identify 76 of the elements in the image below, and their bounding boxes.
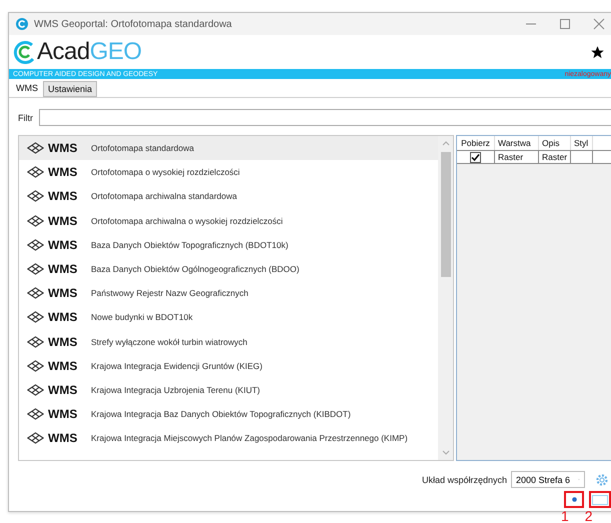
callout-number: 1: [561, 509, 569, 523]
coordinate-system-label: Układ współrzędnych: [422, 474, 507, 484]
filter-field[interactable]: [39, 109, 611, 126]
service-type: WMS: [48, 141, 78, 156]
scroll-down-icon[interactable]: [442, 450, 450, 456]
layers-icon: [27, 432, 44, 444]
small-button[interactable]: [592, 494, 608, 504]
service-item[interactable]: WMS Ortofotomapa o wysokiej rozdzielczości: [19, 160, 438, 184]
maximize-icon[interactable]: [559, 18, 571, 30]
service-type: WMS: [48, 165, 78, 180]
layers-icon: [27, 336, 44, 348]
scroll-up-icon[interactable]: [442, 140, 450, 146]
service-item[interactable]: WMS Ortofotomapa archiwalna standardowa: [19, 184, 438, 209]
tab[interactable]: Ustawienia: [43, 81, 98, 97]
service-type: WMS: [48, 214, 78, 228]
service-name: Ortofotomapa standardowa: [91, 143, 194, 154]
service-name: Ortofotomapa archiwalna o wysokiej rozdzielczości: [91, 216, 283, 226]
layers-icon: [27, 287, 44, 300]
star-icon[interactable]: [590, 44, 605, 60]
service-item[interactable]: WMS Krajowa Integracja Miejscowych Planów Zagospodarowania Przestrzennego (KIMP): [19, 426, 438, 450]
service-type: WMS: [48, 334, 78, 349]
layers-icon: [27, 360, 44, 372]
service-item[interactable]: WMS Państwowy Rejestr Nazw Geograficznych: [19, 281, 438, 306]
service-type: WMS: [48, 238, 78, 252]
table-cell: Raster: [495, 150, 539, 164]
app-logo-icon: [16, 18, 28, 30]
service-type: WMS: [48, 262, 78, 276]
service-type: WMS: [48, 286, 78, 300]
layers-icon: [27, 238, 44, 251]
service-name: Ortofotomapa o wysokiej rozdzielczości: [91, 167, 240, 178]
layers-icon: [27, 214, 44, 227]
logo-text: AcadGEO: [37, 40, 142, 64]
close-icon[interactable]: [593, 18, 605, 30]
service-type: WMS: [48, 189, 78, 204]
layers-icon: [27, 190, 44, 202]
service-item[interactable]: WMS Ortofotomapa archiwalna o wysokiej rozdzielczości: [19, 208, 438, 233]
service-item[interactable]: WMS Baza Danych Obiektów Ogólnogeograficznych (BDOO): [19, 256, 438, 282]
scrollbar[interactable]: [438, 136, 453, 460]
service-item[interactable]: WMS Krajowa Integracja Baz Danych Obiektów Topograficznych (KIBDOT): [19, 402, 438, 426]
window-title: WMS Geoportal: Ortofotomapa standardowa: [34, 18, 232, 30]
service-item[interactable]: WMS Nowe budynki w BDOT10k: [19, 305, 438, 330]
service-item[interactable]: WMS Krajowa Integracja Uzbrojenia Terenu (KIUT): [19, 378, 438, 402]
service-type: WMS: [48, 310, 78, 324]
layers-icon: [27, 408, 44, 420]
layers-icon: [27, 311, 44, 324]
dot-icon[interactable]: [572, 497, 576, 502]
filter-label: Filtr: [18, 112, 33, 122]
service-type: WMS: [48, 382, 78, 397]
service-name: Krajowa Integracja Miejscowych Planów Zagospodarowania Przestrzennego (KIMP): [91, 433, 408, 444]
checkbox[interactable]: [470, 152, 481, 162]
service-item[interactable]: WMS Krajowa Integracja Ewidencji Gruntów (KIEG): [19, 354, 438, 378]
service-type: WMS: [48, 358, 78, 373]
coordinate-system-dropdown[interactable]: 2000 Strefa 6: [511, 471, 585, 488]
service-type: WMS: [48, 407, 78, 422]
layers-icon: [27, 384, 44, 396]
table-cell: Raster: [539, 150, 571, 164]
layers-icon: [27, 166, 44, 178]
settings-icon[interactable]: [595, 472, 609, 486]
scrollbar-thumb[interactable]: [440, 152, 450, 277]
logo-icon: [13, 40, 37, 64]
service-name: Ortofotomapa archiwalna standardowa: [91, 191, 237, 202]
service-name: Nowe budynki w BDOT10k: [91, 312, 193, 322]
service-name: Krajowa Integracja Ewidencji Gruntów (KIEG): [91, 360, 262, 371]
service-item[interactable]: WMS Ortofotomapa standardowa: [19, 136, 438, 160]
service-item[interactable]: WMS Strefy wyłączone wokół turbin wiatrowych: [19, 330, 438, 354]
service-name: Krajowa Integracja Baz Danych Obiektów Topograficznych (KIBDOT): [91, 409, 351, 420]
service-name: Baza Danych Obiektów Ogólnogeograficznych (BDOO): [91, 264, 300, 274]
layers-icon: [27, 142, 44, 154]
service-name: Państwowy Rejestr Nazw Geograficznych: [91, 288, 248, 298]
service-name: Strefy wyłączone wokół turbin wiatrowych: [91, 336, 248, 347]
service-name: Krajowa Integracja Uzbrojenia Terenu (KIUT): [91, 384, 260, 395]
callout-number: 2: [584, 509, 593, 523]
layers-icon: [27, 263, 44, 276]
service-type: WMS: [48, 431, 78, 446]
service-item[interactable]: WMS Baza Danych Obiektów Topograficznych (BDOT10k): [19, 232, 438, 257]
service-name: Baza Danych Obiektów Topograficznych (BDOT10k): [91, 240, 288, 250]
